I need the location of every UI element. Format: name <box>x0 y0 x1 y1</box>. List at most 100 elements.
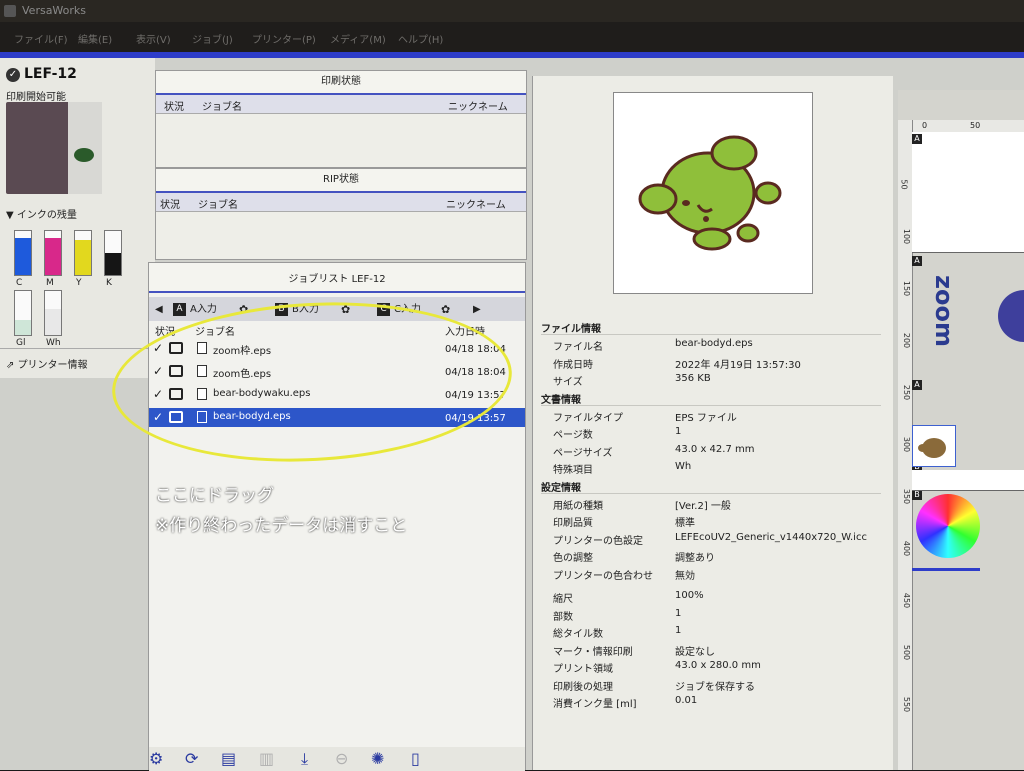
stop-icon[interactable]: ⊖ <box>335 749 348 768</box>
ink-label: Y <box>76 278 82 288</box>
ruler-label: 350 <box>902 488 912 505</box>
info-value: 標準 <box>675 518 695 529</box>
info-key: 部数 <box>553 611 573 623</box>
download-icon[interactable]: ⤓ <box>301 749 308 769</box>
settings-gear-icon[interactable]: ⚙ <box>149 749 163 768</box>
info-value: 1 <box>675 625 682 636</box>
ruler-label: 450 <box>902 592 912 609</box>
page-marker: B <box>912 490 922 500</box>
trash-icon[interactable]: ▯ <box>411 749 420 768</box>
col-status[interactable]: 状況 <box>160 196 180 211</box>
ink-bar-k <box>104 230 122 276</box>
info-key: 印刷品質 <box>553 518 593 529</box>
section-heading: ファイル情報 <box>541 324 601 335</box>
printer-image <box>6 102 102 194</box>
refresh-icon[interactable]: ⟳ <box>185 749 198 768</box>
annotation-text: ここにドラッグ ※作り終わったデータは消すこと <box>155 486 408 536</box>
info-value: 43.0 x 42.7 mm <box>675 443 755 455</box>
ink-label: C <box>16 278 23 288</box>
ink-label: K <box>106 278 112 288</box>
info-value: 100% <box>675 590 704 601</box>
window-title-bar: VersaWorks <box>0 0 1024 22</box>
media-sheet-b <box>912 470 1024 491</box>
ruler-label: 550 <box>902 696 912 713</box>
tab-scroll-left[interactable]: ◀ <box>155 299 163 321</box>
info-key: ファイルタイプ <box>553 412 623 424</box>
col-status[interactable]: 状況 <box>164 98 184 113</box>
ruler-label: 400 <box>902 540 912 557</box>
info-value: 0.01 <box>675 695 698 706</box>
ink-bar-c <box>14 230 32 276</box>
page-marker: A <box>912 256 922 266</box>
printer-info-link[interactable]: ⇗ プリンター情報 <box>6 356 88 371</box>
media-sheet <box>912 132 1024 253</box>
menu-view[interactable]: 表示(V) <box>136 31 171 46</box>
printer-panel: ✓ LEF-12 印刷開始可能 ▼ インクの残量 C M Y K Gl Wh ⇗ プリンタ… <box>0 58 155 378</box>
info-value: 1 <box>675 607 682 619</box>
menu-job[interactable]: ジョブ(J) <box>192 31 233 46</box>
ink-label: M <box>46 278 54 288</box>
menu-printer[interactable]: プリンター(P) <box>252 31 316 46</box>
info-value: 43.0 x 280.0 mm <box>675 660 761 671</box>
info-value: 無効 <box>675 570 695 582</box>
ink-level-title[interactable]: ▼ インクの残量 <box>6 206 77 221</box>
page-marker: A <box>912 380 922 390</box>
info-key: 縮尺 <box>553 594 573 605</box>
printer-icon[interactable]: ▤ <box>221 749 236 768</box>
info-value: 調整あり <box>675 553 715 564</box>
info-key: プリント領域 <box>553 664 613 675</box>
color-wheel-preview[interactable] <box>916 494 980 558</box>
info-key: 用紙の種類 <box>553 500 603 512</box>
info-key: プリンターの色設定 <box>553 535 643 547</box>
printer-name[interactable]: LEF-12 <box>24 66 77 82</box>
job-info-panel: ファイル情報 ファイル名 bear-bodyd.eps 作成日時 2022年 4月19日… <box>532 76 893 770</box>
ruler-label: 500 <box>902 644 912 661</box>
info-key: 色の調整 <box>553 553 593 564</box>
print-status-title: 印刷状態 <box>156 71 526 95</box>
info-value: bear-bodyd.eps <box>675 338 753 349</box>
info-value: EPS ファイル <box>675 412 737 424</box>
printer-status: 印刷開始可能 <box>6 92 66 103</box>
check-icon: ✓ <box>6 68 20 82</box>
ink-label: Wh <box>46 338 61 348</box>
menu-edit[interactable]: 編集(E) <box>78 31 112 46</box>
info-key: 作成日時 <box>553 359 593 371</box>
menu-help[interactable]: ヘルプ(H) <box>398 31 443 46</box>
window-title: VersaWorks <box>22 4 87 17</box>
col-job-name[interactable]: ジョブ名 <box>202 98 242 113</box>
bear-thumbnail[interactable] <box>912 425 956 467</box>
info-key: ページ数 <box>553 430 593 441</box>
selection-bar <box>912 568 980 571</box>
info-key: 消費インク量 [ml] <box>553 699 637 710</box>
print-status-header: 状況 ジョブ名 ニックネーム <box>156 95 526 114</box>
ruler-label: 300 <box>902 436 912 453</box>
job-list-title: ジョブリスト LEF-12 <box>149 263 525 293</box>
col-nickname[interactable]: ニックネーム <box>448 98 508 113</box>
info-key: プリンターの色合わせ <box>553 570 653 582</box>
tab-scroll-right[interactable]: ▶ <box>473 299 481 321</box>
menu-media[interactable]: メディア(M) <box>330 31 386 46</box>
bear-preview-image <box>638 135 782 251</box>
layout-preview-panel: 0 50 50 100 150 200 250 300 350 400 450 500 550 AA… <box>898 90 1024 770</box>
cut-icon[interactable]: ▥ <box>259 749 274 768</box>
job-toolbar: ⚙ ⟳ ▤ ▥ ⤓ ⊖ ✺ ▯ <box>149 747 525 771</box>
rip-status-title: RIP状態 <box>156 169 526 193</box>
col-nickname[interactable]: ニックネーム <box>446 196 506 211</box>
info-value: ジョブを保存する <box>675 681 755 693</box>
col-job-name[interactable]: ジョブ名 <box>198 196 238 211</box>
rip-status-header: 状況 ジョブ名 ニックネーム <box>156 193 526 212</box>
info-value: LEFEcoUV2_Generic_v1440x720_W.icc <box>675 531 867 543</box>
info-key: マーク・情報印刷 <box>553 646 633 658</box>
loading-icon[interactable]: ✺ <box>371 749 384 768</box>
app-icon <box>4 5 16 17</box>
info-value: Wh <box>675 461 692 472</box>
info-key: 印刷後の処理 <box>553 681 613 693</box>
menu-file[interactable]: ファイル(F) <box>14 31 68 46</box>
info-key: サイズ <box>553 377 583 388</box>
ink-label: Gl <box>16 338 26 348</box>
info-value: 2022年 4月19日 13:57:30 <box>675 359 801 371</box>
ruler-left: 50 100 150 200 250 300 350 400 450 500 550 <box>898 120 913 770</box>
info-value: [Ver.2] 一般 <box>675 500 731 512</box>
ink-bar-gl <box>14 290 32 336</box>
ruler-label: 100 <box>902 228 912 245</box>
